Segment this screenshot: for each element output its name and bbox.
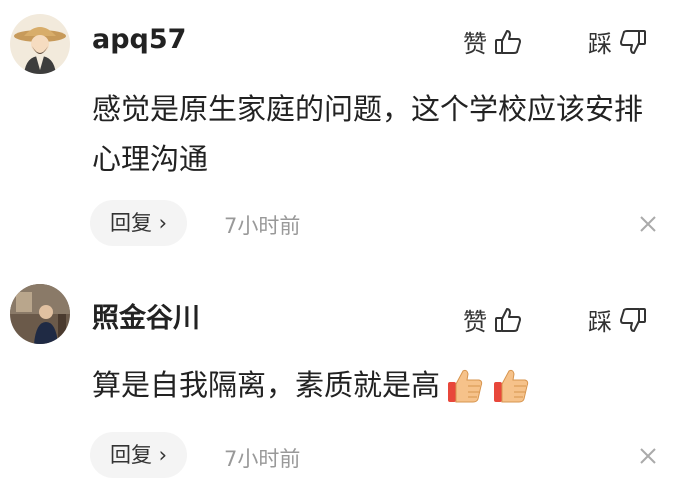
avatar[interactable]: [10, 284, 70, 344]
avatar-photo-icon: [10, 284, 70, 344]
thumbs-down-icon: [620, 307, 646, 332]
dislike-label: 踩: [588, 308, 612, 336]
close-icon[interactable]: [636, 444, 660, 468]
comment-item: apq57 赞 踩 感觉是原生家庭的问题，这个学校应该安排心理沟通 回复 › 7…: [0, 0, 687, 262]
reply-button[interactable]: 回复 ›: [90, 200, 188, 246]
timestamp: 7小时前: [224, 214, 301, 238]
dislike-button[interactable]: 踩: [588, 302, 648, 337]
thumbs-up-emoji-icon: [494, 369, 529, 403]
username[interactable]: 照金谷川: [92, 296, 200, 335]
like-label: 赞: [463, 308, 487, 336]
avatar-monk-icon: [10, 14, 70, 74]
comment-text: 算是自我隔离，素质就是高: [92, 360, 667, 410]
reply-button[interactable]: 回复 ›: [90, 432, 188, 478]
username[interactable]: apq57: [92, 24, 186, 55]
emoji-group: [446, 365, 530, 405]
thumbs-up-icon: [495, 307, 521, 332]
like-button[interactable]: 赞: [463, 24, 523, 59]
comment-text-content: 算是自我隔离，素质就是高: [92, 368, 441, 402]
like-label: 赞: [463, 30, 487, 58]
thumbs-up-emoji-icon: [448, 369, 483, 403]
comment-item: 照金谷川 赞 踩 算是自我隔离，素质就是高 回复 › 7小时前: [0, 262, 687, 479]
like-button[interactable]: 赞: [463, 302, 523, 337]
close-icon[interactable]: [636, 212, 660, 236]
dislike-button[interactable]: 踩: [588, 24, 648, 59]
avatar[interactable]: [10, 14, 70, 74]
comment-text: 感觉是原生家庭的问题，这个学校应该安排心理沟通: [92, 92, 644, 176]
timestamp: 7小时前: [224, 447, 301, 471]
thumbs-down-icon: [620, 29, 646, 54]
thumbs-up-icon: [495, 29, 521, 54]
dislike-label: 踩: [588, 30, 612, 58]
